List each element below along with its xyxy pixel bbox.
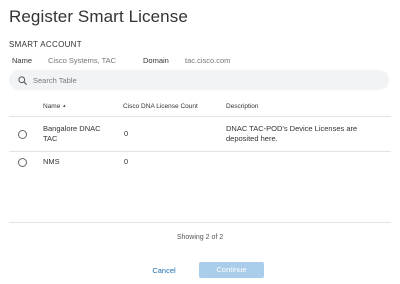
cancel-button[interactable]: Cancel: [143, 263, 185, 279]
search-input[interactable]: [33, 75, 353, 85]
sort-asc-icon: ▲: [62, 103, 67, 108]
domain-label: Domain: [143, 56, 169, 65]
column-header-name[interactable]: Name ▲: [43, 103, 67, 110]
column-header-description[interactable]: Description: [226, 103, 259, 110]
row-select-radio[interactable]: [18, 158, 27, 167]
dialog-title: Register Smart License: [9, 7, 188, 26]
divider: [9, 222, 391, 223]
name-label: Name: [12, 56, 33, 65]
pagination-status: Showing 2 of 2: [176, 234, 224, 241]
row-description-line: DNAC TAC-POD's Device Licenses are: [226, 124, 358, 133]
name-value: Cisco Systems, TAC: [48, 56, 117, 65]
row-description-line: deposited here.: [226, 134, 278, 143]
row-license-count: 0: [124, 129, 129, 138]
row-select-radio[interactable]: [18, 130, 27, 139]
row-name-line: TAC: [43, 134, 58, 143]
row-description: DNAC TAC-POD's Device Licenses are depos…: [226, 124, 357, 144]
search-bar[interactable]: [9, 70, 389, 90]
row-name: Bangalore DNAC TAC: [43, 124, 101, 144]
section-heading: SMART ACCOUNT: [9, 40, 82, 49]
column-header-license-count[interactable]: Cisco DNA License Count: [123, 103, 198, 110]
domain-value: tac.cisco.com: [185, 56, 231, 65]
continue-button[interactable]: Continue: [199, 262, 264, 278]
row-name: NMS: [43, 157, 60, 166]
column-header-name-label: Name: [43, 103, 61, 110]
row-name-line: Bangalore DNAC: [43, 124, 101, 133]
row-license-count: 0: [124, 157, 129, 166]
divider: [9, 116, 391, 117]
search-icon: [18, 75, 27, 85]
divider: [9, 151, 391, 152]
